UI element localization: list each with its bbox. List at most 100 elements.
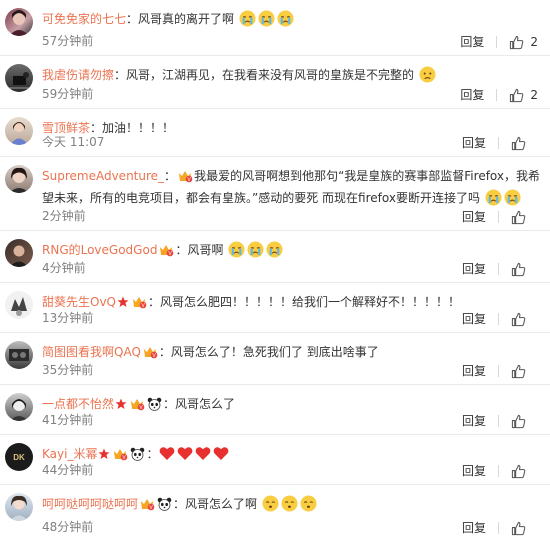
heart-icon [158,447,176,461]
reply-button[interactable]: 回复 [460,34,484,50]
reply-button[interactable]: 回复 [460,87,484,103]
like-button[interactable] [511,210,538,225]
comment-body: 我虐伤请勿擦：风哥，江湖再见，在我看来没有风哥的皇族是不完整的 [42,64,540,86]
comment-body: 呵呵哒呵呵哒呵呵 V ：风哥怎么了啊 [42,493,540,515]
comment-text: 风哥怎么了 [175,397,236,411]
reply-button[interactable]: 回复 [462,413,486,429]
action-divider [496,89,498,101]
avatar[interactable] [5,393,33,421]
user-name-link[interactable]: 简图图看我啊QAQ [42,345,141,359]
reply-button[interactable]: 回复 [462,363,486,379]
avatar[interactable]: DK [5,443,33,471]
like-button[interactable] [511,312,538,327]
avatar[interactable] [5,291,33,319]
like-button[interactable]: 2 [509,34,538,50]
user-name-link[interactable]: 一点都不怡然 [42,397,114,411]
vip-badge-icon: V [176,169,194,183]
reply-button[interactable]: 回复 [462,209,486,225]
action-divider [498,415,499,427]
action-divider [498,365,499,377]
cry-emoji-icon [484,189,503,206]
like-button[interactable] [511,136,538,151]
comment-body: Kayi_米幂 V： [42,443,540,465]
comment-time: 2分钟前 [42,209,86,223]
thumbs-up-icon [511,312,526,326]
red-star-badge-icon [114,397,128,411]
avatar[interactable] [5,341,33,369]
comment-text: 风哥怎么肥四！！！！！给我们一个解释好不！！！！！ [160,295,461,309]
reply-button[interactable]: 回复 [462,311,486,327]
like-button[interactable] [511,521,538,536]
avatar[interactable] [5,165,33,193]
comment-item: DK Kayi_米幂 V： 44分钟前 回复 [0,435,550,485]
avatar[interactable] [5,64,33,92]
user-name-link[interactable]: 呵呵哒呵呵哒呵呵 [42,497,138,511]
thumbs-up-icon [511,364,526,378]
cry-emoji-icon [246,241,265,258]
action-divider [498,522,499,534]
comment-text: 风哥怎么了啊 [185,497,258,511]
comment-time: 59分钟前 [42,87,94,101]
puzzled-emoji-icon [299,495,318,512]
user-name-link[interactable]: RNG的LoveGodGod [42,243,157,257]
thumbs-up-icon [511,262,526,276]
like-button[interactable] [511,262,538,277]
comment-actions: 回复 2 [460,87,538,103]
user-name-link[interactable]: Kayi_米幂 [42,447,97,461]
comment-item: 一点都不怡然 V ：风哥怎么了 41分钟前 回复 [0,385,550,435]
user-name-link[interactable]: 甜葵先生OvQ [42,295,116,309]
comment-body: RNG的LoveGodGod V ：风哥啊 [42,239,540,261]
comment-text: 风哥怎么了！急死我们了 到底出啥事了 [170,345,379,359]
avatar[interactable] [5,117,33,145]
cry-emoji-icon [227,241,246,258]
vip-badge-icon: V [157,243,175,257]
comment-time: 4分钟前 [42,261,86,275]
user-name-link[interactable]: SupremeAdventure_ [42,169,164,183]
comment-item: 呵呵哒呵呵哒呵呵 V ：风哥怎么了啊 48分钟前 回复 [0,485,550,541]
comment-text: 风哥，江湖再见，在我看来没有风哥的皇族是不完整的 [126,68,415,82]
comment-item: 甜葵先生OvQ V ：风哥怎么肥四！！！！！给我们一个解释好不！！！！！ 13分钟前… [0,283,550,333]
sad-emoji-icon [418,66,437,83]
comment-actions: 回复 [462,311,538,327]
comment-item: 简图图看我啊QAQ V ：风哥怎么了！急死我们了 到底出啥事了 35分钟前 回复 [0,333,550,385]
panda-badge-icon [156,497,173,511]
like-button[interactable] [511,364,538,379]
comment-time: 44分钟前 [42,463,94,477]
red-star-badge-icon [116,295,130,309]
comment-actions: 回复 [462,520,538,536]
action-divider [498,313,499,325]
comment-time: 今天 11:07 [42,135,105,149]
reply-button[interactable]: 回复 [462,135,486,151]
cry-emoji-icon [257,10,276,27]
comment-time: 57分钟前 [42,34,94,48]
avatar[interactable] [5,239,33,267]
reply-button[interactable]: 回复 [462,463,486,479]
heart-icon [176,447,194,461]
like-button[interactable] [511,414,538,429]
comment-body: 可免免家的七七：风哥真的离开了啊 [42,8,540,30]
comment-item: RNG的LoveGodGod V ：风哥啊 4分钟前 回复 [0,231,550,283]
comment-item: SupremeAdventure_： V 我最爱的风哥啊想到他那句“我是皇族的赛事部… [0,157,550,231]
comment-text: 风哥真的离开了啊 [138,12,235,26]
like-button[interactable]: 2 [509,87,538,103]
thumbs-up-icon [511,464,526,478]
thumbs-up-icon [511,210,526,224]
comment-actions: 回复 [462,463,538,479]
comment-body: SupremeAdventure_： V 我最爱的风哥啊想到他那句“我是皇族的赛事部… [42,169,540,206]
user-name-link[interactable]: 雪顶鲜茶 [42,121,90,135]
avatar[interactable] [5,493,33,521]
vip-badge-icon: V [128,397,146,411]
like-button[interactable] [511,464,538,479]
reply-button[interactable]: 回复 [462,261,486,277]
comment-actions: 回复 [462,363,538,379]
comment-body: 甜葵先生OvQ V ：风哥怎么肥四！！！！！给我们一个解释好不！！！！！ [42,295,461,309]
reply-button[interactable]: 回复 [462,520,486,536]
thumbs-up-icon [511,521,526,535]
comment-time: 35分钟前 [42,363,94,377]
comment-time: 41分钟前 [42,413,94,427]
user-name-link[interactable]: 可免免家的七七 [42,12,126,26]
user-name-link[interactable]: 我虐伤请勿擦 [42,68,114,82]
action-divider [498,465,499,477]
action-divider [498,263,499,275]
avatar[interactable] [5,8,33,36]
